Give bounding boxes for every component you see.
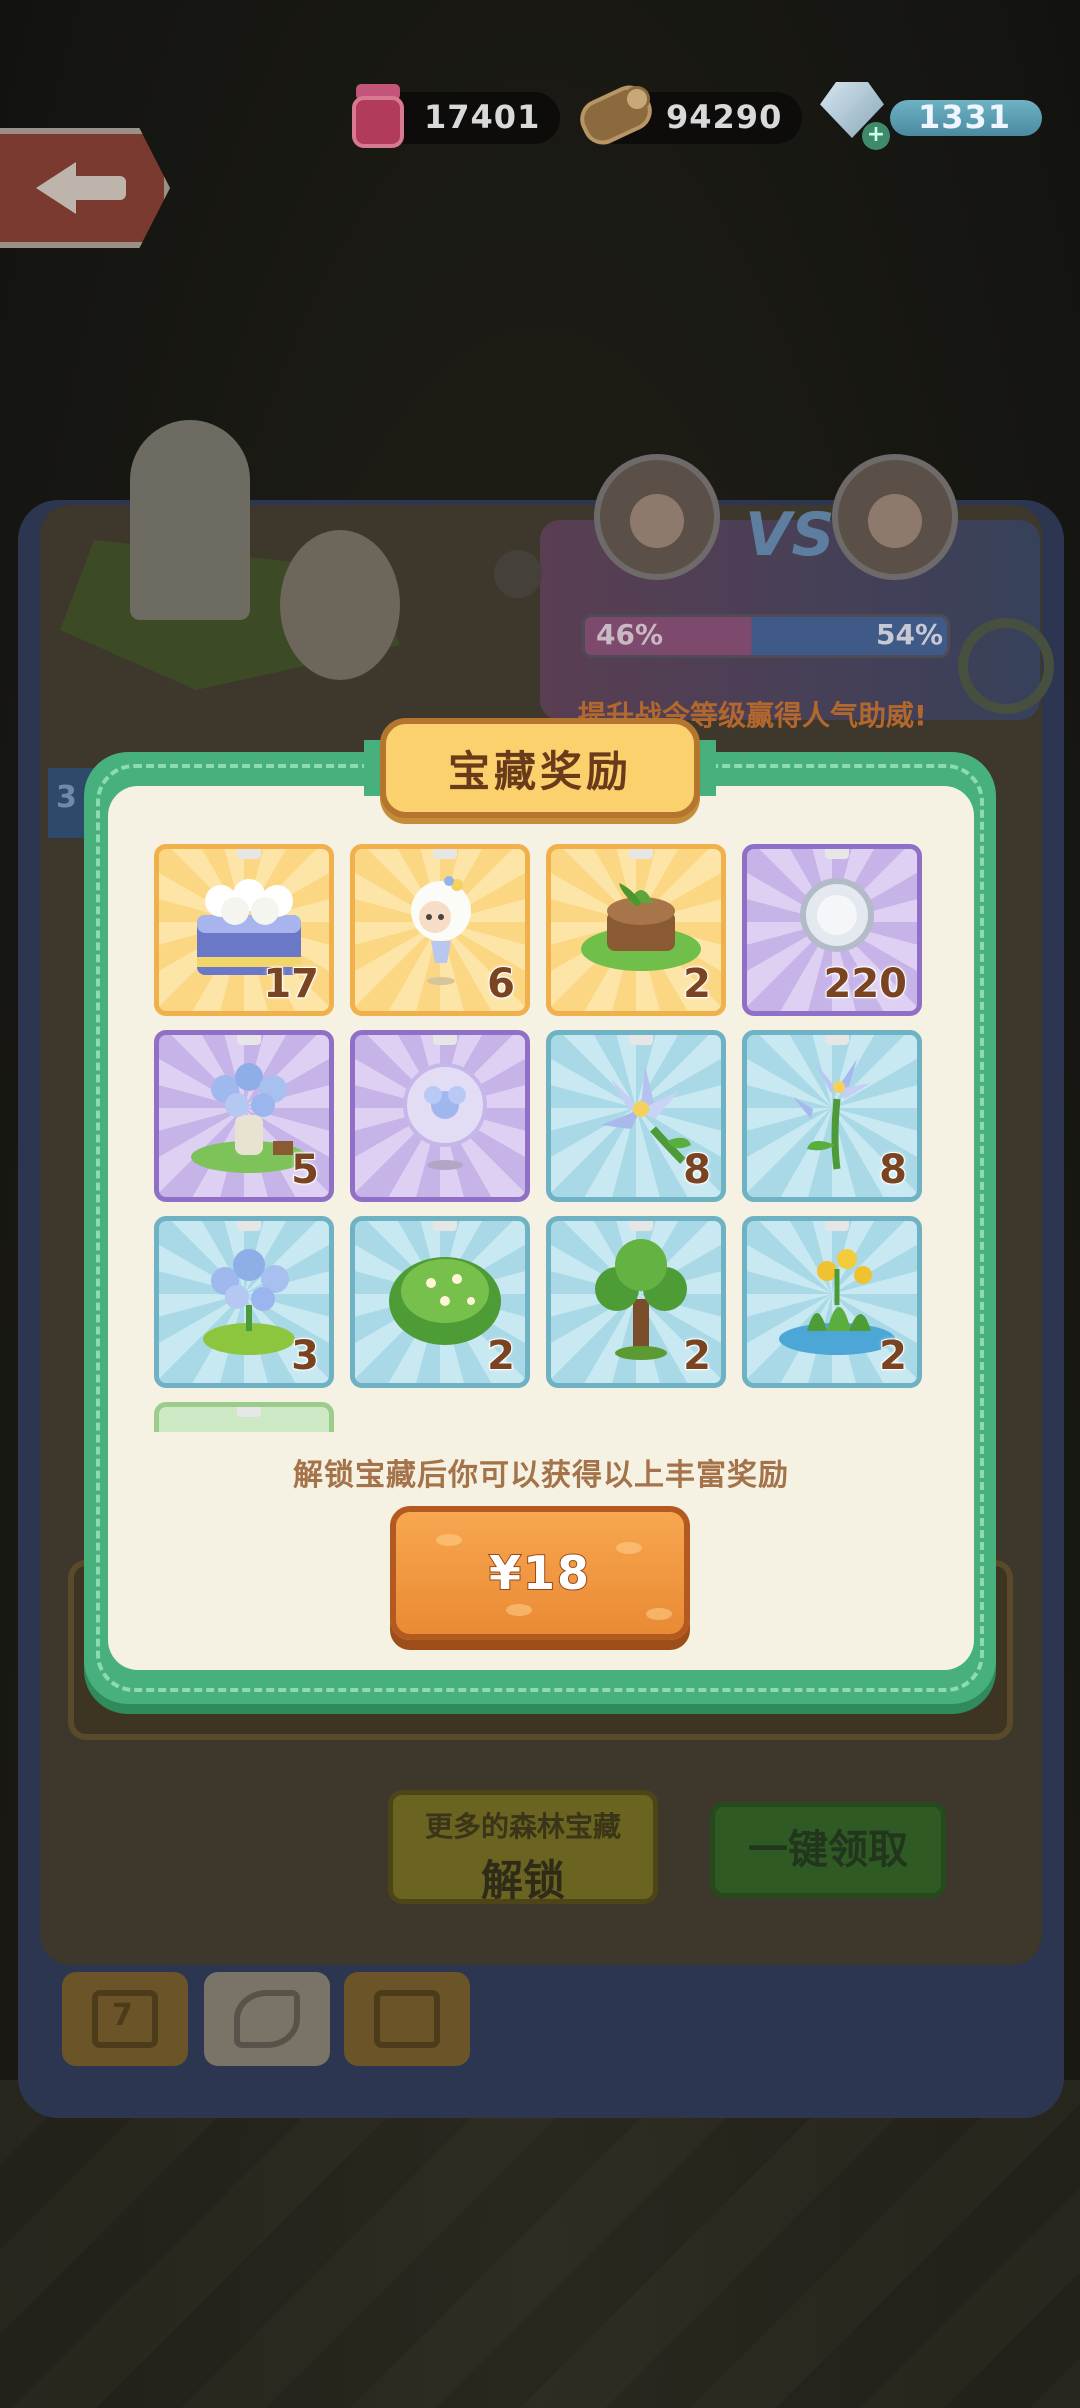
- reward-count: 17: [262, 960, 320, 1008]
- jam-jar-icon: [342, 72, 416, 154]
- calendar-tab-label: 7: [112, 1998, 133, 2033]
- unlock-more-button[interactable]: 更多的森林宝藏 解锁: [388, 1790, 658, 1905]
- back-arrow-icon: [36, 162, 128, 214]
- flag-tab[interactable]: [204, 1972, 330, 2066]
- vs-label: VS: [745, 500, 835, 570]
- reward-green-shrub[interactable]: 2: [350, 1216, 530, 1388]
- reward-count: 6: [486, 960, 516, 1008]
- right-percent: 54%: [876, 618, 944, 651]
- left-avatar: [594, 454, 720, 580]
- purchase-price: ¥18: [488, 1545, 592, 1601]
- reward-tree[interactable]: 2: [546, 1216, 726, 1388]
- reward-stump-plant[interactable]: 2: [546, 844, 726, 1016]
- reward-count: 2: [486, 1332, 516, 1380]
- purchase-button[interactable]: ¥18: [390, 1506, 690, 1640]
- reward-silver-coin[interactable]: 220: [742, 844, 922, 1016]
- right-avatar: [832, 454, 958, 580]
- plus-icon[interactable]: +: [862, 122, 890, 150]
- diamond-icon: +: [820, 72, 894, 154]
- reward-grid: 17 6 2 220 5 8 8 3 2 2 2: [150, 840, 930, 1432]
- unlock-more-label: 解锁: [480, 1856, 565, 1905]
- calendar-tab[interactable]: 7: [62, 1972, 188, 2066]
- island-scene: [60, 420, 430, 720]
- gem-resource[interactable]: + 1331: [820, 82, 1048, 150]
- treasure-tab[interactable]: [344, 1972, 470, 2066]
- reward-count: 8: [878, 1146, 908, 1194]
- reward-flower-vase[interactable]: 5: [154, 1030, 334, 1202]
- reward-count: 220: [823, 960, 908, 1008]
- reward-fairy-doll[interactable]: 6: [350, 844, 530, 1016]
- reward-cake-set[interactable]: 17: [154, 844, 334, 1016]
- reward-flower-bush[interactable]: 3: [154, 1216, 334, 1388]
- treasure-chest-icon: [374, 1990, 440, 2048]
- reward-lily-stem[interactable]: 8: [742, 1030, 922, 1202]
- reward-lily-flower[interactable]: 8: [546, 1030, 726, 1202]
- unlock-more-sublabel: 更多的森林宝藏: [424, 1810, 621, 1843]
- reward-count: 2: [682, 960, 712, 1008]
- claim-all-button[interactable]: 一键领取: [710, 1802, 946, 1898]
- wreath-icon[interactable]: [958, 618, 1054, 714]
- level-badge: 3: [56, 780, 77, 815]
- reward-flower-globe[interactable]: [350, 1030, 530, 1202]
- gem-count: 1331: [918, 98, 1012, 136]
- reward-partial[interactable]: [154, 1402, 334, 1432]
- back-button[interactable]: [0, 128, 170, 248]
- globe-icon: [403, 1063, 487, 1170]
- info-icon[interactable]: [494, 550, 542, 598]
- modal-title: 宝藏奖励: [447, 746, 632, 796]
- left-percent: 46%: [596, 618, 664, 651]
- reward-caption: 解锁宝藏后你可以获得以上丰富奖励: [293, 1458, 789, 1493]
- floor-tiles: [0, 2080, 1080, 2408]
- item-icon: [179, 1421, 319, 1432]
- reward-count: 3: [290, 1332, 320, 1380]
- reward-count: 5: [290, 1146, 320, 1194]
- flag-icon: [234, 1990, 300, 2048]
- jam-count: 17401: [424, 98, 541, 136]
- wood-resource: 94290: [573, 78, 802, 152]
- reward-count: 2: [682, 1332, 712, 1380]
- wood-count: 94290: [666, 98, 783, 136]
- reward-count: 8: [682, 1146, 712, 1194]
- jam-resource: 17401: [352, 84, 560, 148]
- reward-count: 2: [878, 1332, 908, 1380]
- modal-title-banner: 宝藏奖励: [380, 718, 700, 818]
- reward-yellow-plant[interactable]: 2: [742, 1216, 922, 1388]
- wood-log-icon: [573, 72, 659, 154]
